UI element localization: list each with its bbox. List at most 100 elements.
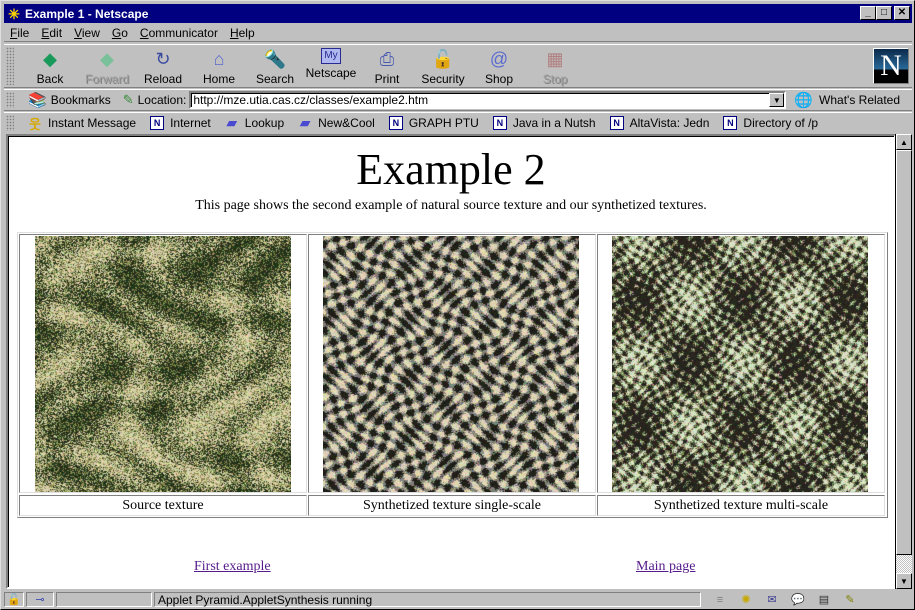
search-button[interactable]: 🔦 Search xyxy=(247,48,303,88)
scroll-track[interactable] xyxy=(896,555,912,573)
bookmarks-icon: 📚 xyxy=(28,92,47,109)
maximize-button[interactable]: □ xyxy=(876,6,892,20)
bookmark-new-cool[interactable]: ▰ New&Cool xyxy=(298,115,375,130)
back-button[interactable]: ◆ Back xyxy=(22,48,78,88)
status-bar: 🔓 ⊸ Applet Pyramid.AppletSynthesis runni… xyxy=(4,591,912,608)
mailbox-icon[interactable]: ✉ xyxy=(763,593,781,607)
folder-icon: ▰ xyxy=(226,115,237,130)
multi-scale-texture-image xyxy=(612,236,868,492)
single-scale-texture-image xyxy=(323,236,579,492)
bookmark-graph-ptu[interactable]: N GRAPH PTU xyxy=(388,116,479,130)
netscape-app-icon: ✳ xyxy=(8,5,20,22)
window-title: Example 1 - Netscape xyxy=(25,6,149,21)
bookmark-java-in-a-nutshell[interactable]: N Java in a Nutsh xyxy=(492,116,596,130)
composer-icon[interactable]: ✎ xyxy=(841,593,859,607)
menu-communicator[interactable]: Communicator xyxy=(134,26,224,40)
netscape-page-icon: N xyxy=(723,116,738,130)
scroll-down-button[interactable]: ▼ xyxy=(896,573,912,589)
texture-cell-multi xyxy=(597,234,885,493)
bookmark-instant-message[interactable]: 웃 Instant Message xyxy=(28,116,136,132)
instant-message-icon: 웃 xyxy=(29,116,41,132)
scroll-up-button[interactable]: ▲ xyxy=(896,134,912,150)
bookmark-lookup[interactable]: ▰ Lookup xyxy=(225,115,284,130)
home-icon: ⌂ xyxy=(213,49,225,69)
bookmark-internet[interactable]: N Internet xyxy=(150,116,211,130)
close-button[interactable]: ✕ xyxy=(894,6,910,20)
reload-button[interactable]: ↻ Reload xyxy=(135,48,191,88)
toolbar-grip[interactable] xyxy=(6,47,14,85)
progress-bar xyxy=(56,592,152,607)
back-arrow-icon: ◆ xyxy=(43,49,57,69)
texture-cell-single xyxy=(308,234,596,493)
netscape-page-icon: N xyxy=(609,116,624,130)
vertical-scrollbar[interactable]: ▲ ▼ xyxy=(895,134,912,589)
menu-view[interactable]: View xyxy=(68,26,106,40)
page-heading: Example 2 xyxy=(356,145,546,194)
menu-edit[interactable]: Edit xyxy=(35,26,68,40)
page-proxy-icon[interactable]: ✎ xyxy=(123,92,134,108)
bookmark-altavista[interactable]: N AltaVista: Jedn xyxy=(609,116,709,130)
minimize-button[interactable]: _ xyxy=(860,6,876,20)
home-button[interactable]: ⌂ Home xyxy=(191,48,247,88)
security-button[interactable]: 🔓 Security xyxy=(415,48,471,88)
netscape-page-icon: N xyxy=(388,116,403,130)
address-book-icon[interactable]: ▤ xyxy=(815,593,833,607)
location-toolbar: 📚 Bookmarks ✎ Location: http://mze.utia.… xyxy=(4,89,912,111)
printer-icon: ⎙ xyxy=(379,49,395,69)
forward-arrow-icon: ◆ xyxy=(100,49,114,69)
online-plug-icon: ⊸ xyxy=(35,594,45,606)
bookmark-directory[interactable]: N Directory of /p xyxy=(723,116,818,130)
security-status[interactable]: 🔓 xyxy=(4,592,24,607)
page-intro: This page shows the second example of na… xyxy=(195,198,707,213)
stop-button[interactable]: ▦ Stop xyxy=(527,48,583,88)
stop-icon: ▦ xyxy=(546,49,564,69)
status-text: Applet Pyramid.AppletSynthesis running xyxy=(154,592,701,607)
caption-multi: Synthetized texture multi-scale xyxy=(597,495,885,516)
personal-toolbar: 웃 Instant Message N Internet ▰ Lookup ▰ … xyxy=(4,112,912,133)
navigation-toolbar: ◆ Back ◆ Forward ↻ Reload ⌂ Home 🔦 Searc… xyxy=(4,44,912,88)
scroll-thumb[interactable] xyxy=(896,150,912,555)
personal-toolbar-grip[interactable] xyxy=(6,115,14,131)
caption-source: Source texture xyxy=(19,495,307,516)
main-page-link[interactable]: Main page xyxy=(636,559,695,575)
padlock-icon: 🔓 xyxy=(431,49,455,69)
reload-icon: ↻ xyxy=(155,49,171,69)
print-button[interactable]: ⎙ Print xyxy=(359,48,415,88)
netscape-page-icon: N xyxy=(492,116,507,130)
navigator-icon[interactable]: ✺ xyxy=(737,593,755,607)
shop-button[interactable]: @ Shop xyxy=(471,48,527,88)
texture-table: Source texture Synthetized texture singl… xyxy=(17,232,888,518)
url-dropdown-button[interactable]: ▼ xyxy=(769,93,785,107)
url-text: http://mze.utia.cas.cz/classes/example2.… xyxy=(193,93,429,107)
discussions-icon[interactable]: 💬 xyxy=(789,593,807,607)
title-bar: ✳ Example 1 - Netscape _ □ ✕ xyxy=(4,4,912,23)
forward-button[interactable]: ◆ Forward xyxy=(79,48,135,88)
shopping-bag-icon: @ xyxy=(489,49,509,69)
browser-window: ✳ Example 1 - Netscape _ □ ✕ File Edit V… xyxy=(0,0,915,610)
netscape-logo[interactable]: N xyxy=(873,48,909,84)
location-label: ✎ Location: xyxy=(122,92,187,108)
folder-icon: ▰ xyxy=(300,115,311,130)
menu-go[interactable]: Go xyxy=(106,26,134,40)
search-flashlight-icon: 🔦 xyxy=(263,49,287,69)
globe-icon: 🌐 xyxy=(794,92,814,109)
my-netscape-icon: My xyxy=(321,48,341,64)
component-bar: ≡ ✺ ✉ 💬 ▤ ✎ xyxy=(703,592,863,607)
caption-single: Synthetized texture single-scale xyxy=(308,495,596,516)
texture-cell-source xyxy=(19,234,307,493)
connection-status: ⊸ xyxy=(26,592,54,607)
unlocked-padlock-icon: 🔓 xyxy=(7,594,21,606)
bookmarks-button[interactable]: 📚 Bookmarks xyxy=(28,91,111,109)
netscape-page-icon: N xyxy=(150,116,165,130)
url-input[interactable]: http://mze.utia.cas.cz/classes/example2.… xyxy=(189,91,787,109)
first-example-link[interactable]: First example xyxy=(194,559,271,575)
page-content: Example 2 This page shows the second exa… xyxy=(6,134,896,589)
whats-related-button[interactable]: 🌐 What's Related xyxy=(794,91,900,109)
menu-file[interactable]: File xyxy=(4,26,35,40)
location-toolbar-grip[interactable] xyxy=(6,92,14,108)
source-texture-image xyxy=(35,236,291,492)
component-bar-grip-icon: ≡ xyxy=(716,593,724,606)
menu-help[interactable]: Help xyxy=(224,26,261,40)
netscape-button[interactable]: My Netscape xyxy=(303,48,359,88)
menu-bar: File Edit View Go Communicator Help xyxy=(4,24,912,42)
